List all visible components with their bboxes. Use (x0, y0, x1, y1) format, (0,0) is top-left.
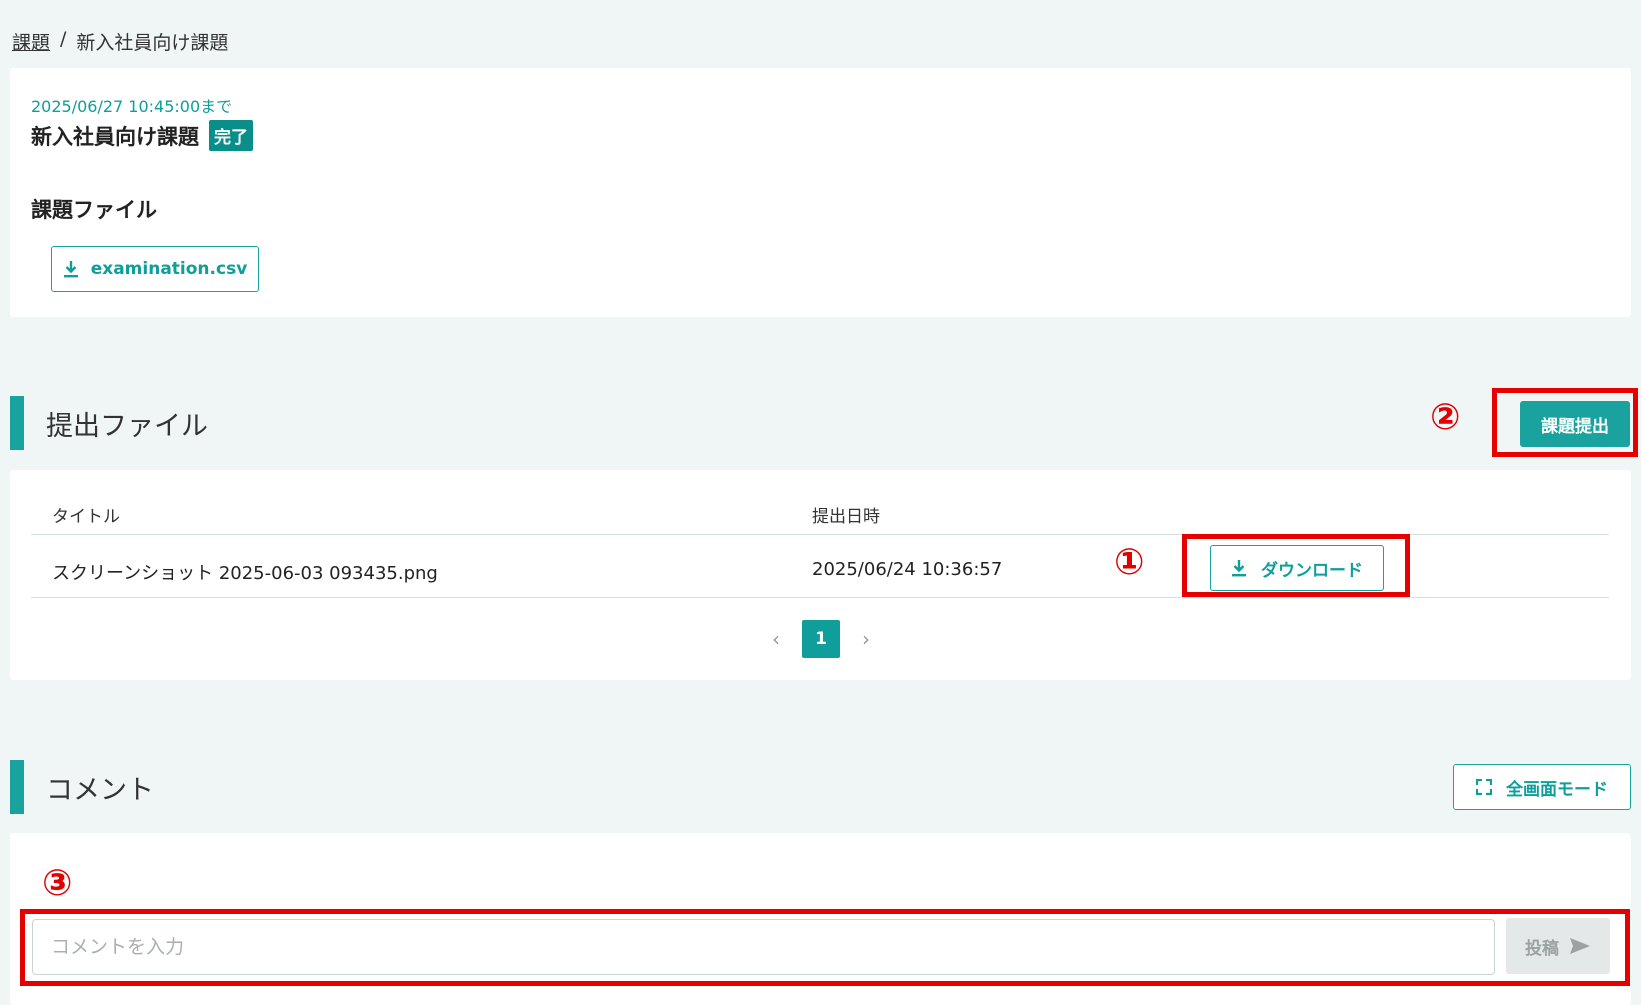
annotation-box-1 (1182, 534, 1410, 597)
submission-heading: 提出ファイル (46, 410, 208, 442)
fullscreen-icon (1476, 779, 1492, 795)
pagination-page-current[interactable]: 1 (802, 620, 840, 658)
pagination-next[interactable]: › (858, 627, 874, 651)
annotation-marker-1: ① (1114, 542, 1145, 583)
row-file-title: スクリーンショット 2025-06-03 093435.png (52, 563, 438, 584)
comment-heading: コメント (46, 774, 154, 806)
table-divider (31, 597, 1609, 598)
pagination-prev[interactable]: ‹ (768, 627, 784, 651)
comment-input[interactable] (32, 919, 1495, 975)
annotation-marker-2: ② (1430, 397, 1461, 438)
task-file-download-button[interactable]: examination.csv (51, 246, 259, 292)
breadcrumb-link-tasks[interactable]: 課題 (12, 28, 50, 55)
submit-task-button[interactable]: 課題提出 (1520, 401, 1630, 447)
section-accent-bar (10, 396, 24, 450)
task-title: 新入社員向け課題 (31, 124, 199, 149)
task-file-heading: 課題ファイル (31, 198, 157, 222)
download-icon (63, 261, 78, 278)
comment-section-header: コメント (10, 760, 154, 814)
breadcrumb-current: 新入社員向け課題 (76, 32, 229, 54)
row-submit-date: 2025/06/24 10:36:57 (812, 559, 1003, 580)
task-file-name: examination.csv (90, 259, 248, 279)
pagination: ‹ 1 › (768, 620, 874, 658)
due-date: 2025/06/27 10:45:00まで (31, 97, 233, 116)
send-icon (1570, 938, 1590, 954)
column-header-date: 提出日時 (812, 507, 880, 527)
breadcrumb-separator: / (60, 28, 67, 50)
post-comment-button[interactable]: 投稿 (1506, 918, 1610, 974)
annotation-marker-3: ③ (42, 863, 73, 904)
submission-section-header: 提出ファイル (10, 396, 208, 450)
section-accent-bar (10, 760, 24, 814)
status-badge: 完了 (209, 120, 253, 151)
task-card: 2025/06/27 10:45:00まで 新入社員向け課題 完了 課題ファイル… (10, 68, 1631, 317)
breadcrumb: 課題 / 新入社員向け課題 (12, 28, 228, 55)
column-header-title: タイトル (52, 507, 120, 527)
fullscreen-mode-button[interactable]: 全画面モード (1453, 764, 1631, 810)
fullscreen-label: 全画面モード (1506, 779, 1608, 800)
post-label: 投稿 (1525, 938, 1559, 959)
task-title-row: 新入社員向け課題 完了 (31, 120, 253, 151)
